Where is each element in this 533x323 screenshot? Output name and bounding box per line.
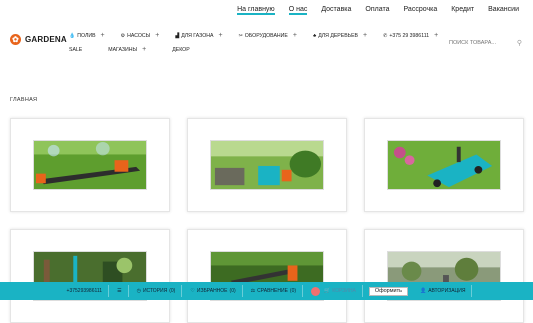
clock-icon: ◷	[136, 288, 141, 294]
category-card-decor[interactable]	[364, 229, 524, 323]
link-credit[interactable]: Кредит	[451, 6, 474, 15]
category-image-pump	[210, 140, 324, 190]
tree-icon: ♣	[312, 32, 317, 39]
heart-icon: ♡	[190, 288, 195, 294]
search-input[interactable]	[449, 40, 509, 46]
nav-label: ДЛЯ ДЕРЕВЬЕВ	[318, 32, 359, 39]
top-links: На главную О нас Доставка Оплата Рассроч…	[237, 6, 519, 15]
cart-label: КОРЗИНА	[332, 288, 356, 294]
main-nav-row-1: 💧 ПОЛИВ + ⚙ НАСОСЫ + ▟ ДЛЯ ГАЗОНА + ✂ ОБ…	[69, 32, 438, 39]
link-vacancies[interactable]: Вакансии	[488, 6, 519, 15]
bottom-menu[interactable]: ☰	[111, 285, 129, 297]
gardena-logo[interactable]: ✿ GARDENA	[10, 34, 67, 45]
bottom-phone-label: +375293986111	[66, 288, 103, 294]
bottom-compare[interactable]: ⚖ СРАВНЕНИЕ (0)	[245, 285, 304, 297]
search-box: ⚲	[449, 38, 522, 48]
bottom-cart[interactable]: 🛒 КОРЗИНА	[305, 285, 363, 297]
link-about[interactable]: О нас	[288, 6, 308, 15]
nav-label: SALE	[69, 46, 83, 53]
category-card-equipment[interactable]	[10, 229, 170, 323]
history-label: ИСТОРИЯ	[142, 288, 168, 294]
link-home[interactable]: На главную	[237, 6, 275, 15]
nav-label: ОБОРУДОВАНИЕ	[244, 32, 288, 39]
category-card-pumps[interactable]	[187, 118, 347, 212]
plus-icon[interactable]: +	[363, 32, 367, 39]
breadcrumb[interactable]: ГЛАВНАЯ	[10, 97, 37, 103]
compare-icon: ⚖	[250, 288, 256, 294]
nav-label: +375 29 3986111	[389, 32, 430, 39]
tools-icon: ✂	[238, 32, 243, 39]
link-payment[interactable]: Оплата	[365, 6, 389, 15]
logo-text: GARDENA	[25, 35, 67, 44]
phone-icon: ✆	[383, 32, 388, 39]
nav-label: ПОЛИВ	[77, 32, 96, 39]
nav-pumps[interactable]: ⚙ НАСОСЫ +	[121, 32, 160, 39]
nav-phone[interactable]: ✆ +375 29 3986111 +	[383, 32, 438, 39]
bottom-toolbar: +375293986111 ☰ ◷ ИСТОРИЯ (0) ♡ ИЗБРАННО…	[0, 282, 533, 300]
nav-decor[interactable]: ДЕКОР	[172, 46, 189, 53]
nav-label: ДЛЯ ГАЗОНА	[181, 32, 214, 39]
nav-trees[interactable]: ♣ ДЛЯ ДЕРЕВЬЕВ +	[313, 32, 367, 39]
bottom-history[interactable]: ◷ ИСТОРИЯ (0)	[131, 285, 183, 297]
history-count: (0)	[169, 288, 176, 294]
user-icon: 👤	[419, 288, 427, 294]
category-image-mower	[387, 140, 501, 190]
nav-label: МАГАЗИНЫ	[108, 46, 138, 53]
compare-label: СРАВНЕНИЕ	[257, 288, 288, 294]
main-nav-row-2: SALE МАГАЗИНЫ + ДЕКОР	[69, 46, 190, 53]
category-card-lawn[interactable]	[364, 118, 524, 212]
category-card-trees[interactable]	[187, 229, 347, 323]
list-icon: ☰	[117, 288, 122, 294]
plus-icon[interactable]: +	[155, 32, 159, 39]
nav-lawn[interactable]: ▟ ДЛЯ ГАЗОНА +	[175, 32, 222, 39]
plus-icon[interactable]: +	[218, 32, 222, 39]
nav-shops[interactable]: МАГАЗИНЫ +	[108, 46, 146, 53]
nav-equipment[interactable]: ✂ ОБОРУДОВАНИЕ +	[239, 32, 297, 39]
nav-watering[interactable]: 💧 ПОЛИВ +	[69, 32, 105, 39]
auth-label: АВТОРИЗАЦИЯ	[428, 288, 466, 294]
favorites-label: ИЗБРАННОЕ	[196, 288, 228, 294]
plus-icon[interactable]: +	[293, 32, 297, 39]
plus-icon[interactable]: +	[142, 46, 146, 53]
favorites-count: (0)	[229, 288, 236, 294]
nav-label: ДЕКОР	[172, 46, 190, 53]
category-card-watering[interactable]	[10, 118, 170, 212]
link-installment[interactable]: Рассрочка	[404, 6, 438, 15]
category-image-sprinkler	[33, 140, 147, 190]
gardena-flower-icon: ✿	[10, 34, 21, 45]
cart-badge	[311, 286, 321, 296]
cart-icon: 🛒	[324, 288, 331, 294]
bottom-auth[interactable]: 👤 АВТОРИЗАЦИЯ	[414, 285, 473, 297]
mower-icon: ▟	[175, 32, 180, 39]
bottom-phone[interactable]: +375293986111	[61, 285, 110, 297]
checkout-button[interactable]: Оформить	[368, 286, 408, 296]
compare-count: (0)	[289, 288, 297, 294]
gear-icon: ⚙	[120, 32, 126, 39]
search-icon[interactable]: ⚲	[517, 39, 522, 47]
bottom-favorites[interactable]: ♡ ИЗБРАННОЕ (0)	[184, 285, 243, 297]
link-delivery[interactable]: Доставка	[321, 6, 351, 15]
nav-sale[interactable]: SALE	[69, 46, 82, 53]
drop-icon: 💧	[69, 32, 76, 39]
plus-icon[interactable]: +	[101, 32, 105, 39]
nav-label: НАСОСЫ	[127, 32, 151, 39]
plus-icon[interactable]: +	[434, 32, 438, 39]
